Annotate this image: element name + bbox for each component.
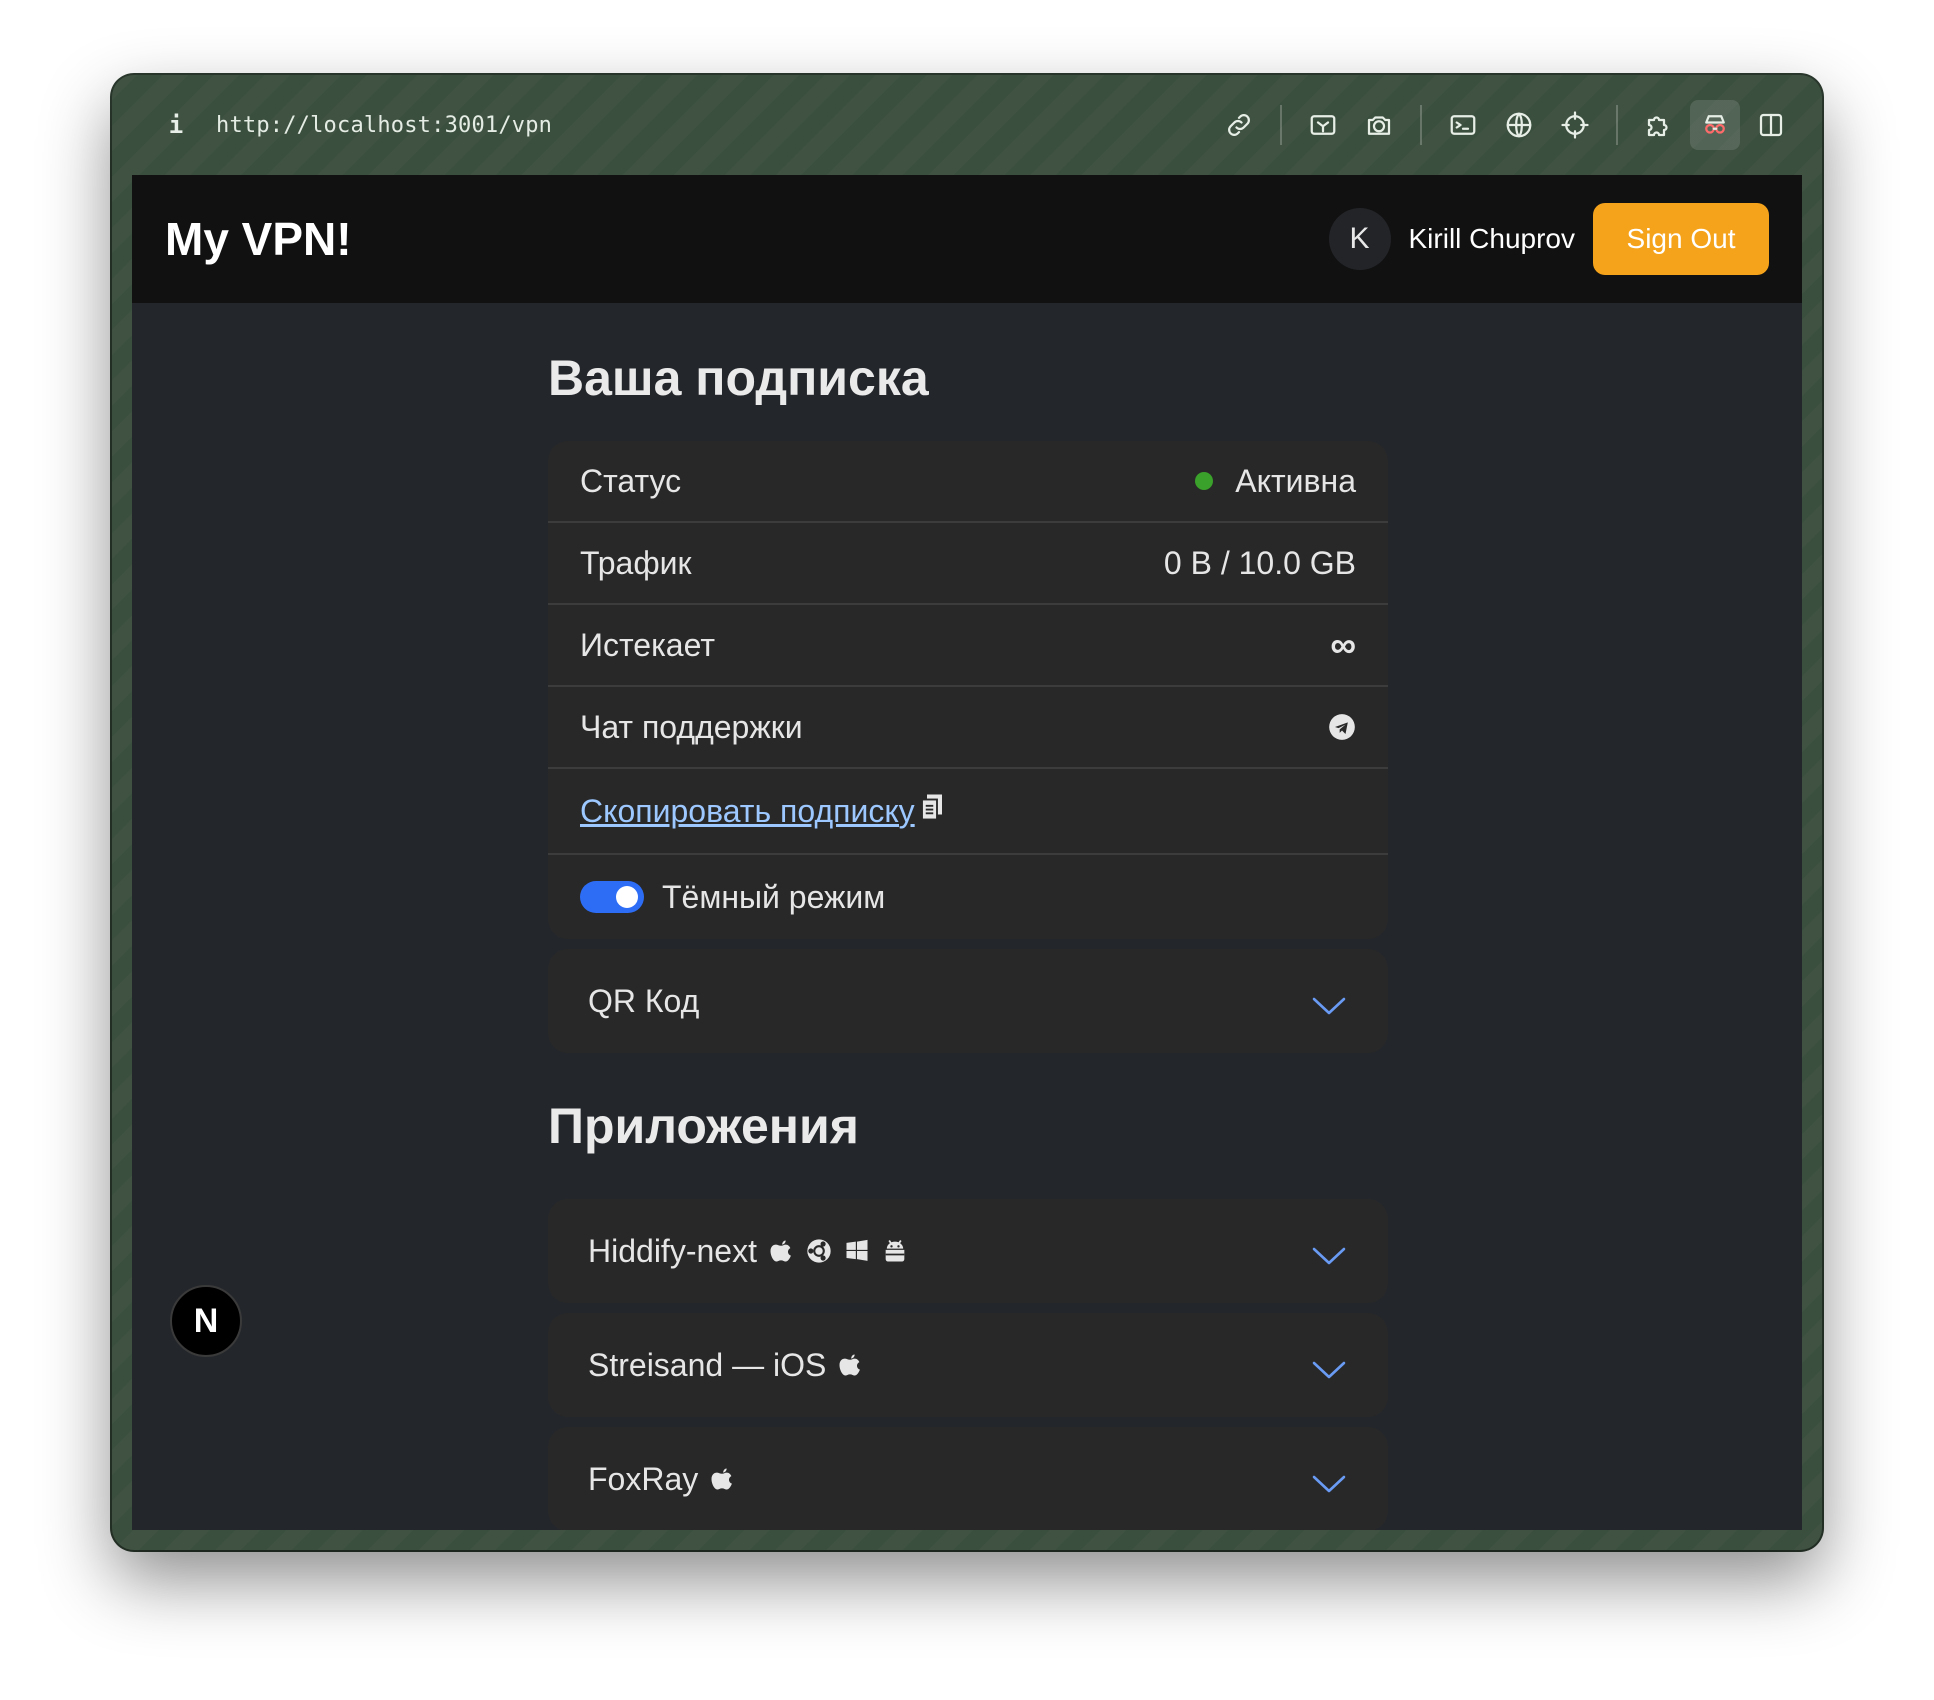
ubuntu-icon [807,1239,831,1263]
dark-mode-toggle[interactable] [580,881,644,913]
page-viewport: My VPN! K Kirill Chuprov Sign Out Ваша п… [132,175,1802,1530]
qr-code-accordion[interactable]: QR Код [548,949,1388,1053]
windows-icon [846,1239,868,1261]
image-edit-icon[interactable] [1298,100,1348,150]
expires-label: Истекает [580,626,715,663]
main-content: Ваша подписка Статус Активна Трафик 0 B … [548,303,1388,1530]
traffic-value: 0 B / 10.0 GB [1163,544,1356,581]
apps-title: Приложения [548,1098,859,1154]
spy-icon[interactable] [1690,100,1740,150]
camera-icon[interactable] [1354,100,1404,150]
status-value: Активна [1235,462,1356,499]
support-chat-label: Чат поддержки [580,708,803,745]
qr-code-label: QR Код [588,982,700,1019]
traffic-row: Трафик 0 B / 10.0 GB [548,523,1388,605]
browser-toolbar: i http://localhost:3001/vpn [132,75,1802,175]
toggle-knob [616,886,638,908]
nextjs-dev-badge[interactable]: N [170,1285,242,1357]
browser-window: i http://localhost:3001/vpn My VPN! K Ki… [112,75,1822,1550]
username: Kirill Chuprov [1408,223,1576,254]
app-accordion-foxray[interactable]: FoxRay [548,1427,1388,1530]
status-value-wrap: Активна [1195,463,1356,500]
globe-icon[interactable] [1494,100,1544,150]
expires-row: Истекает ∞ [548,605,1388,687]
app-title-wrap: FoxRay [588,1461,736,1498]
user-area: K Kirill Chuprov Sign Out [1328,203,1769,275]
chevron-down-icon[interactable] [1310,1239,1348,1265]
app-header: My VPN! K Kirill Chuprov Sign Out [132,175,1802,303]
dark-mode-row: Тёмный режим [548,855,1388,939]
split-view-icon[interactable] [1746,100,1796,150]
app-accordion-streisand[interactable]: Streisand — iOS [548,1313,1388,1417]
avatar[interactable]: K [1328,208,1391,270]
copy-subscription-row: Скопировать подписку [548,769,1388,855]
app-name: Streisand — iOS [588,1346,827,1383]
android-icon [885,1240,905,1262]
app-accordion-hiddify[interactable]: Hiddify-next [548,1199,1388,1303]
expires-value: ∞ [1330,624,1356,665]
crosshair-icon[interactable] [1550,100,1600,150]
support-chat-row[interactable]: Чат поддержки [548,687,1388,769]
brand-title[interactable]: My VPN! [165,212,352,266]
toolbar-icons [1214,100,1796,150]
subscription-card: Статус Активна Трафик 0 B / 10.0 GB Исте… [548,441,1388,939]
address-bar[interactable]: http://localhost:3001/vpn [216,113,552,138]
status-row: Статус Активна [548,441,1388,523]
status-label: Статус [580,462,682,499]
apple-icon [839,1354,861,1376]
apple-icon [711,1468,733,1490]
copy-subscription-link[interactable]: Скопировать подписку [580,792,945,830]
app-name: Hiddify-next [588,1232,757,1269]
app-name: FoxRay [588,1460,699,1497]
app-title-wrap: Hiddify-next [588,1233,909,1270]
terminal-icon[interactable] [1438,100,1488,150]
status-dot-icon [1195,472,1214,490]
puzzle-icon[interactable] [1634,100,1684,150]
site-info-icon[interactable]: i [154,111,198,139]
toolbar-divider [1280,105,1282,145]
traffic-label: Трафик [580,544,692,581]
dark-mode-label: Тёмный режим [662,878,886,915]
chevron-down-icon[interactable] [1310,989,1348,1015]
link-icon[interactable] [1214,100,1264,150]
app-title-wrap: Streisand — iOS [588,1347,864,1384]
apple-icon [770,1240,791,1262]
copy-subscription-label: Скопировать подписку [580,792,915,829]
chevron-down-icon[interactable] [1310,1353,1348,1379]
chevron-down-icon[interactable] [1310,1467,1348,1493]
toolbar-divider [1616,105,1618,145]
telegram-icon[interactable] [1328,713,1356,741]
toolbar-divider [1420,105,1422,145]
sign-out-button[interactable]: Sign Out [1593,203,1769,275]
subscription-title: Ваша подписка [548,350,929,406]
copy-icon [919,792,945,830]
